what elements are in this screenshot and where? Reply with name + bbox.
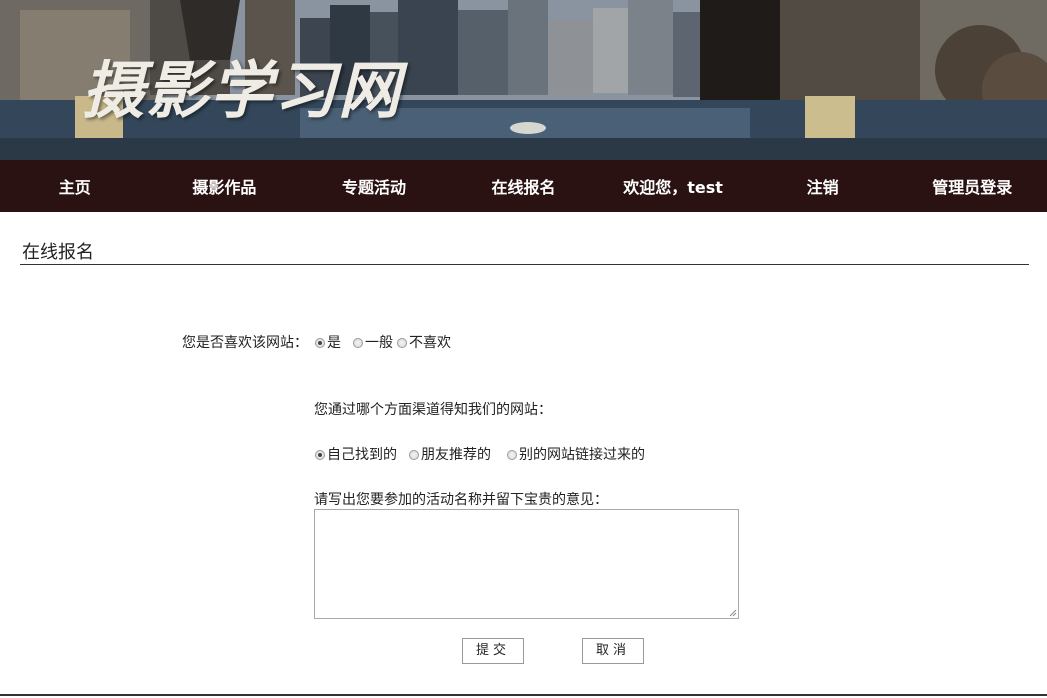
q1-label: 您是否喜欢该网站： bbox=[182, 335, 308, 351]
q1-option-dislike[interactable]: 不喜欢 bbox=[397, 332, 451, 352]
radio-button[interactable] bbox=[315, 338, 325, 348]
q2-option-other-site-link[interactable]: 别的网站链接过来的 bbox=[507, 444, 645, 464]
q1-option-average[interactable]: 一般 bbox=[353, 332, 393, 352]
nav-item-admin-login[interactable]: 管理员登录 bbox=[897, 174, 1047, 198]
nav-item-photo-works[interactable]: 摄影作品 bbox=[150, 174, 300, 198]
section-divider bbox=[20, 264, 1029, 265]
q2-option-label: 别的网站链接过来的 bbox=[519, 447, 645, 463]
main-nav: 主页 摄影作品 专题活动 在线报名 欢迎您，test 注销 管理员登录 bbox=[0, 160, 1047, 212]
q1-option-yes[interactable]: 是 bbox=[315, 332, 341, 352]
radio-button[interactable] bbox=[315, 450, 325, 460]
cancel-button[interactable]: 取消 bbox=[582, 638, 644, 664]
section-title: 在线报名 bbox=[22, 242, 94, 263]
q2-radio-group: 自己找到的 朋友推荐的 别的网站链接过来的 bbox=[315, 444, 657, 464]
resize-grip-icon[interactable] bbox=[729, 609, 737, 617]
site-title: 摄影学习网 bbox=[82, 54, 403, 127]
q1-option-label: 不喜欢 bbox=[409, 335, 451, 351]
q2-option-friend-recommended[interactable]: 朋友推荐的 bbox=[409, 444, 491, 464]
q2-option-label: 自己找到的 bbox=[327, 447, 397, 463]
footer-divider bbox=[0, 694, 1047, 696]
site-banner: 摄影学习网 bbox=[0, 0, 1047, 160]
nav-item-welcome-user[interactable]: 欢迎您，test bbox=[598, 174, 748, 198]
q2-option-self-found[interactable]: 自己找到的 bbox=[315, 444, 397, 464]
q2-label: 您通过哪个方面渠道得知我们的网站： bbox=[314, 402, 552, 418]
submit-button[interactable]: 提交 bbox=[462, 638, 524, 664]
radio-button[interactable] bbox=[409, 450, 419, 460]
q1-radio-group: 是 一般 不喜欢 bbox=[315, 332, 463, 352]
q1-option-label: 一般 bbox=[365, 335, 393, 351]
radio-button[interactable] bbox=[397, 338, 407, 348]
q3-label: 请写出您要参加的活动名称并留下宝贵的意见： bbox=[314, 492, 608, 508]
nav-item-home[interactable]: 主页 bbox=[0, 174, 150, 198]
page: 摄影学习网 主页 摄影作品 专题活动 在线报名 欢迎您，test 注销 管理员登… bbox=[0, 0, 1047, 698]
q1-option-label: 是 bbox=[327, 335, 341, 351]
nav-item-special-events[interactable]: 专题活动 bbox=[299, 174, 449, 198]
nav-item-online-registration[interactable]: 在线报名 bbox=[449, 174, 599, 198]
q2-option-label: 朋友推荐的 bbox=[421, 447, 491, 463]
comments-textarea[interactable] bbox=[314, 509, 739, 619]
nav-item-logout[interactable]: 注销 bbox=[748, 174, 898, 198]
radio-button[interactable] bbox=[353, 338, 363, 348]
radio-button[interactable] bbox=[507, 450, 517, 460]
